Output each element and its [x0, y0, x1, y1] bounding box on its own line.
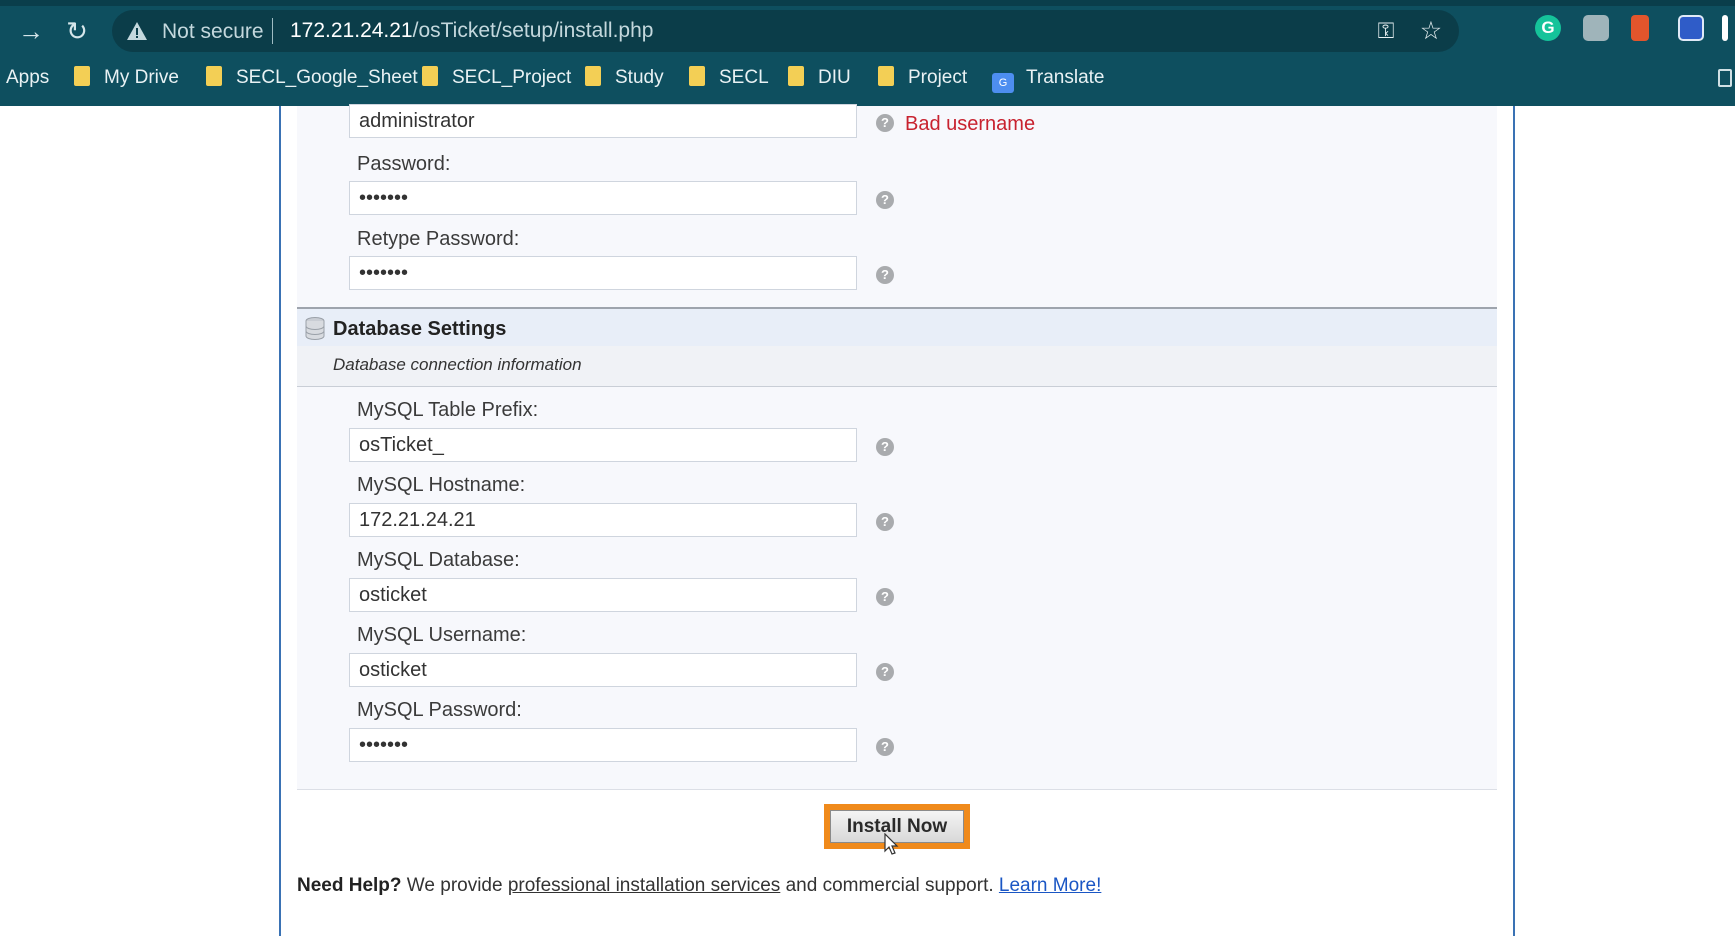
help-icon[interactable]: ?	[876, 513, 894, 531]
install-page: ? Bad username Password: ? Retype Passwo…	[279, 104, 1515, 936]
help-icon[interactable]: ?	[876, 588, 894, 606]
folder-icon	[422, 66, 438, 86]
help-text-part: We provide	[401, 875, 508, 896]
folder-icon	[788, 66, 804, 86]
need-help-label: Need Help?	[297, 875, 402, 896]
section-title: Database Settings	[333, 318, 507, 340]
bookmarks-bar: Apps My Drive SECL_Google_Sheet SECL_Pro…	[0, 58, 1735, 98]
folder-icon	[689, 66, 705, 86]
help-icon[interactable]: ?	[876, 114, 894, 132]
help-text: Need Help? We provide professional insta…	[297, 875, 1101, 897]
address-separator	[272, 18, 273, 44]
bookmark-label: SECL	[719, 67, 769, 88]
mysql-password-label: MySQL Password:	[357, 699, 522, 721]
bookmark-star-icon[interactable]: ☆	[1417, 16, 1445, 45]
bookmark-my-drive[interactable]: My Drive	[74, 66, 179, 90]
bookmark-label: My Drive	[104, 67, 179, 88]
bookmark-secl[interactable]: SECL	[689, 66, 769, 90]
help-icon[interactable]: ?	[876, 266, 894, 284]
not-secure-label: Not secure	[162, 20, 264, 43]
table-prefix-input[interactable]	[349, 428, 857, 462]
help-icon[interactable]: ?	[876, 738, 894, 756]
bookmark-apps[interactable]: Apps	[6, 66, 49, 90]
office-extension-icon[interactable]	[1631, 15, 1649, 41]
bookmark-translate[interactable]: G Translate	[992, 66, 1105, 93]
learn-more-link[interactable]: Learn More!	[999, 875, 1101, 896]
help-icon[interactable]: ?	[876, 663, 894, 681]
grammarly-extension-icon[interactable]: G	[1535, 15, 1561, 41]
table-prefix-label: MySQL Table Prefix:	[357, 399, 539, 421]
bookmark-label: SECL_Project	[452, 67, 572, 88]
url-text[interactable]: 172.21.24.21/osTicket/setup/install.php	[290, 19, 653, 43]
retype-password-label: Retype Password:	[357, 228, 520, 250]
help-text-part: and commercial support.	[780, 875, 999, 896]
bookmark-label: Project	[908, 67, 968, 88]
hostname-input[interactable]	[349, 503, 857, 537]
bookmark-label: DIU	[818, 67, 851, 88]
mysql-username-input[interactable]	[349, 653, 857, 687]
database-name-input[interactable]	[349, 578, 857, 612]
settings-panel: ? Bad username Password: ? Retype Passwo…	[297, 104, 1497, 790]
forward-arrow-icon[interactable]: →	[16, 16, 46, 46]
mysql-username-label: MySQL Username:	[357, 624, 527, 646]
url-host: 172.21.24.21	[290, 19, 413, 42]
admin-username-input[interactable]	[349, 104, 857, 138]
database-name-label: MySQL Database:	[357, 549, 520, 571]
reading-list-icon[interactable]	[1718, 69, 1732, 87]
key-icon[interactable]: ⚿	[1373, 18, 1399, 44]
username-error: Bad username	[905, 113, 1036, 135]
help-icon[interactable]: ?	[876, 438, 894, 456]
menu-kebab-icon[interactable]	[1722, 15, 1728, 41]
browser-chrome: → ↻ Not secure 172.21.24.21/osTicket/set…	[0, 0, 1735, 106]
folder-icon	[206, 66, 222, 86]
database-section-header: Database Settings Database connection in…	[297, 307, 1497, 387]
help-icon[interactable]: ?	[876, 191, 894, 209]
folder-icon	[585, 66, 601, 86]
bookmark-label: SECL_Google_Sheet	[236, 67, 418, 88]
bookmark-secl-project[interactable]: SECL_Project	[422, 66, 571, 90]
folder-icon	[878, 66, 894, 86]
mouse-cursor-icon	[884, 833, 899, 855]
bookmark-study[interactable]: Study	[585, 66, 664, 90]
bookmark-label: Translate	[1026, 67, 1105, 88]
folder-icon	[74, 66, 90, 86]
installation-services-link[interactable]: professional installation services	[508, 875, 780, 896]
bookmark-label: Study	[615, 67, 664, 88]
warning-triangle-icon	[127, 22, 147, 40]
bookmark-diu[interactable]: DIU	[788, 66, 851, 90]
window-edge	[0, 0, 1735, 6]
bookmark-secl-google-sheet[interactable]: SECL_Google_Sheet	[206, 66, 418, 90]
bookmark-project[interactable]: Project	[878, 66, 967, 90]
database-icon	[305, 317, 325, 340]
camera-extension-icon[interactable]	[1583, 15, 1609, 41]
screen-recorder-extension-icon[interactable]	[1678, 15, 1704, 41]
hostname-label: MySQL Hostname:	[357, 474, 526, 496]
address-bar[interactable]: Not secure 172.21.24.21/osTicket/setup/i…	[112, 10, 1459, 52]
password-label: Password:	[357, 153, 451, 175]
retype-password-input[interactable]	[349, 256, 857, 290]
mysql-password-input[interactable]	[349, 728, 857, 762]
reload-icon[interactable]: ↻	[62, 16, 92, 46]
google-translate-icon: G	[992, 73, 1014, 93]
admin-password-input[interactable]	[349, 181, 857, 215]
section-subtitle: Database connection information	[333, 355, 582, 374]
url-path: /osTicket/setup/install.php	[412, 19, 654, 42]
